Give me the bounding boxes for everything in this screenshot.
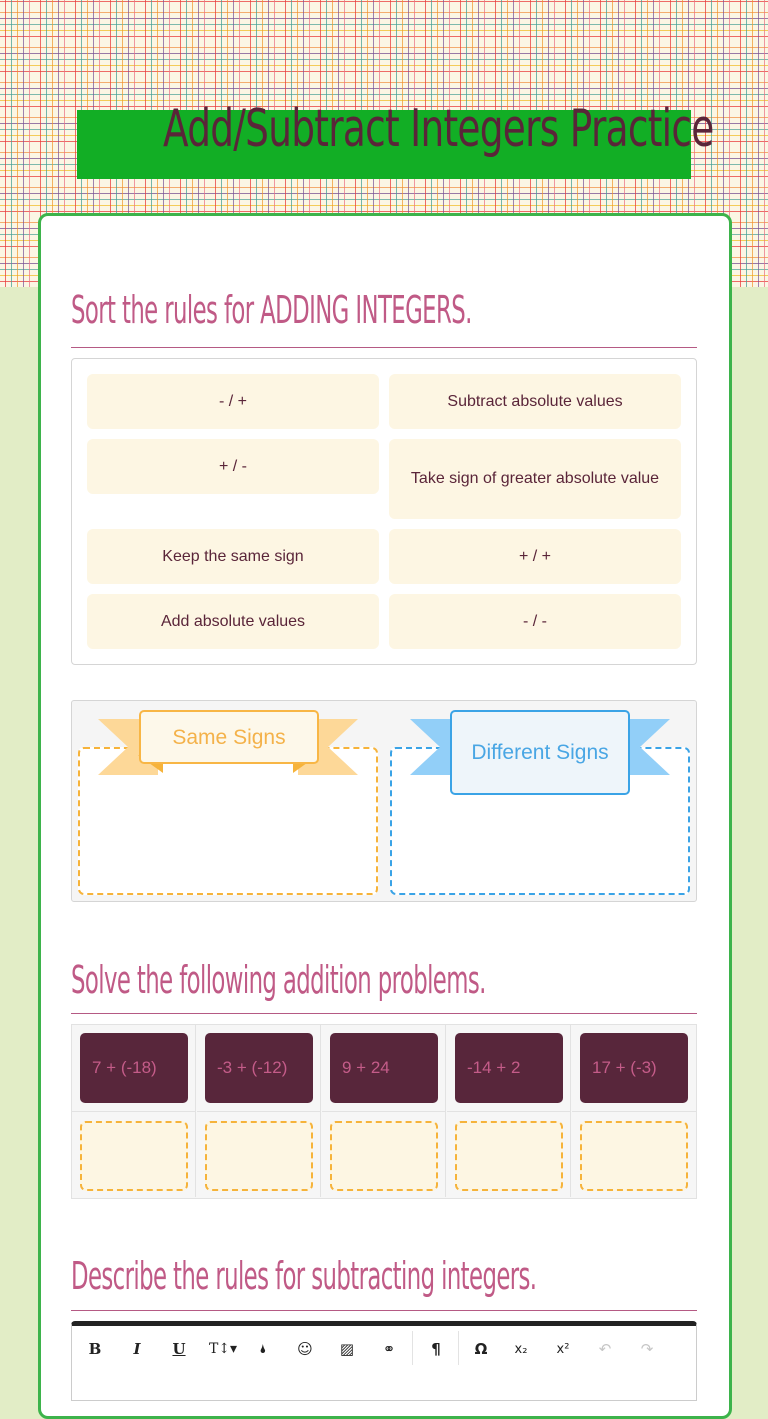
text-color-icon[interactable]: 🌢 — [245, 1334, 281, 1364]
sort-tile[interactable]: Take sign of greater absolute value — [389, 439, 681, 519]
undo-icon[interactable]: ↶ — [587, 1334, 623, 1364]
toolbar-separator — [412, 1331, 413, 1365]
emoji-icon[interactable]: ☺ — [287, 1334, 323, 1364]
italic-button[interactable]: I — [119, 1334, 155, 1364]
answer-drop-zone[interactable] — [330, 1121, 438, 1191]
underline-button[interactable]: U — [161, 1334, 197, 1364]
answer-cell — [322, 1111, 446, 1197]
page-title: Add/Subtract Integers Practice — [162, 99, 714, 159]
superscript-button[interactable]: x² — [545, 1334, 581, 1364]
subscript-button[interactable]: x₂ — [503, 1334, 539, 1364]
rich-text-editor[interactable]: B I U T↕▾ 🌢 ☺ ▨ ⚭ ¶ Ω x₂ x² ↶ ↷ — [71, 1321, 697, 1401]
sort-tile[interactable]: - / - — [389, 594, 681, 649]
answer-drop-zone[interactable] — [205, 1121, 313, 1191]
problem-card: -3 + (-12) — [205, 1033, 313, 1103]
special-character-icon[interactable]: Ω — [463, 1334, 499, 1364]
bin-label-different-signs: Different Signs — [450, 710, 630, 795]
sort-tile[interactable]: Keep the same sign — [87, 529, 379, 584]
answer-cell — [572, 1111, 696, 1197]
answer-drop-zone[interactable] — [80, 1121, 188, 1191]
link-icon[interactable]: ⚭ — [371, 1334, 407, 1364]
problem-card: 9 + 24 — [330, 1033, 438, 1103]
problem-cell: 9 + 24 — [322, 1025, 446, 1111]
redo-icon[interactable]: ↷ — [629, 1334, 665, 1364]
problem-cell: 17 + (-3) — [572, 1025, 696, 1111]
paragraph-direction-icon[interactable]: ¶ — [418, 1334, 454, 1364]
problem-card: 7 + (-18) — [80, 1033, 188, 1103]
answer-drop-zone[interactable] — [580, 1121, 688, 1191]
toolbar-separator — [458, 1331, 459, 1365]
answer-cell — [447, 1111, 571, 1197]
sortable-tile-bank: - / + Subtract absolute values + / - Tak… — [71, 358, 697, 665]
font-size-dropdown[interactable]: T↕▾ — [203, 1334, 243, 1364]
heading-divider — [71, 1310, 697, 1311]
sort-tile[interactable]: Add absolute values — [87, 594, 379, 649]
answer-drop-zone[interactable] — [455, 1121, 563, 1191]
heading-divider — [71, 347, 697, 348]
heading-divider — [71, 1013, 697, 1014]
answer-cell — [72, 1111, 196, 1197]
bold-button[interactable]: B — [77, 1334, 113, 1364]
sort-tile[interactable]: Subtract absolute values — [389, 374, 681, 429]
sort-tile[interactable]: - / + — [87, 374, 379, 429]
section-heading-solve: Solve the following addition problems. — [71, 958, 486, 1002]
image-icon[interactable]: ▨ — [329, 1334, 365, 1364]
problem-cell: -14 + 2 — [447, 1025, 571, 1111]
problem-cell: 7 + (-18) — [72, 1025, 196, 1111]
problem-cell: -3 + (-12) — [197, 1025, 321, 1111]
problem-grid: 7 + (-18) -3 + (-12) 9 + 24 -14 + 2 17 +… — [71, 1024, 697, 1199]
sort-tile[interactable]: + / - — [87, 439, 379, 494]
answer-cell — [197, 1111, 321, 1197]
problem-card: -14 + 2 — [455, 1033, 563, 1103]
section-heading-sort: Sort the rules for ADDING INTEGERS. — [71, 288, 472, 332]
problem-card: 17 + (-3) — [580, 1033, 688, 1103]
bin-label-same-signs: Same Signs — [139, 710, 319, 764]
sort-bins: Same Signs Different Signs — [71, 700, 697, 902]
section-heading-describe: Describe the rules for subtracting integ… — [71, 1254, 537, 1298]
sort-tile[interactable]: + / + — [389, 529, 681, 584]
